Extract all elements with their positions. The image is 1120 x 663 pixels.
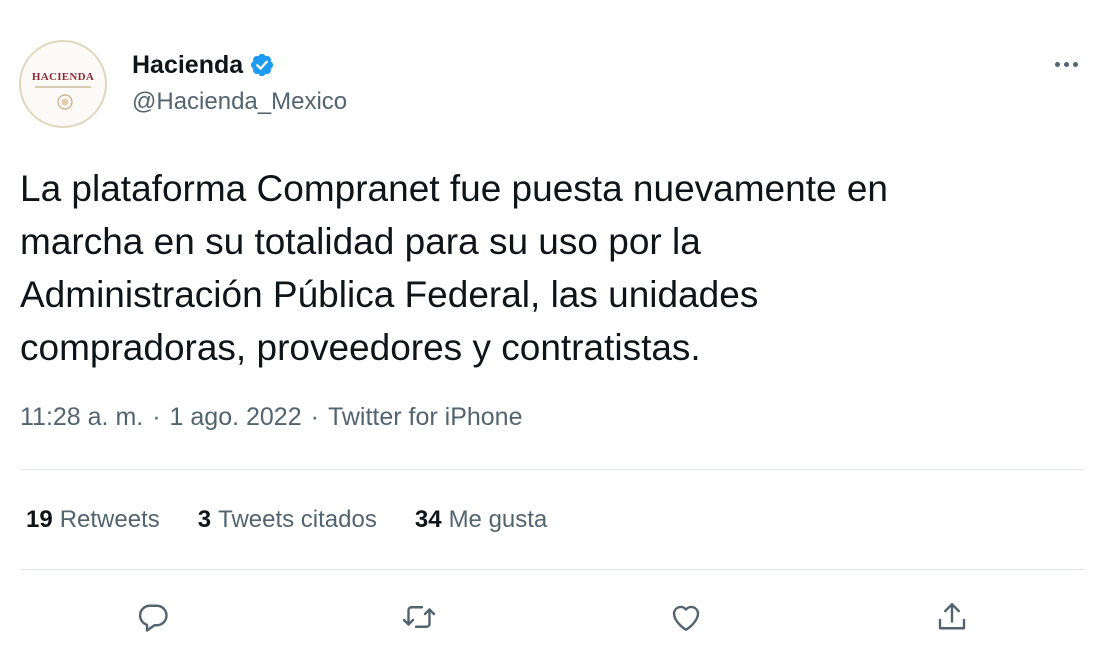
stat-count: 19	[26, 506, 53, 533]
stat-label: Retweets	[59, 506, 160, 533]
divider	[20, 569, 1085, 570]
verified-badge-icon	[251, 53, 274, 77]
divider	[20, 469, 1085, 470]
share-icon	[938, 603, 966, 630]
reply-icon	[138, 604, 168, 632]
stat-label: Tweets citados	[218, 506, 377, 533]
avatar-subline	[35, 86, 91, 88]
stat-count: 34	[414, 506, 442, 533]
account-handle[interactable]: @Hacienda_Mexico	[132, 88, 347, 116]
share-button[interactable]	[930, 595, 974, 639]
avatar-wordmark: HACIENDA	[31, 71, 95, 83]
seal-icon	[57, 94, 73, 110]
retweet-icon	[402, 606, 436, 628]
reply-button[interactable]	[131, 595, 175, 639]
tweet-time[interactable]: 11:28 a. m.	[20, 403, 143, 432]
stat-count: 3	[197, 506, 212, 533]
tweet-source[interactable]: Twitter for iPhone	[328, 403, 523, 432]
tweet-text: La plataforma Compranet fue puesta nueva…	[20, 168, 889, 368]
tweet-card: HACIENDA Hacienda @Hacienda_Mexico La pl…	[0, 0, 1120, 663]
tweet-date[interactable]: 1 ago. 2022	[170, 403, 302, 432]
stat-retweets[interactable]: 19 Retweets	[26, 506, 160, 534]
account-name-row: Hacienda	[132, 47, 275, 83]
tweet-meta: 11:28 a. m. · 1 ago. 2022 · Twitter for …	[20, 403, 522, 432]
meta-separator: ·	[310, 403, 319, 431]
stat-label: Me gusta	[448, 506, 548, 533]
display-name[interactable]: Hacienda	[132, 51, 243, 80]
stat-quote-tweets[interactable]: 3 Tweets citados	[198, 506, 377, 534]
action-bar	[0, 595, 1120, 639]
engagement-stats: 19 Retweets 3 Tweets citados 34 Me gusta	[26, 506, 585, 534]
avatar[interactable]: HACIENDA	[19, 40, 107, 128]
like-button[interactable]	[664, 595, 708, 639]
retweet-button[interactable]	[397, 595, 441, 639]
like-icon	[672, 605, 700, 631]
stat-likes[interactable]: 34 Me gusta	[415, 506, 547, 534]
more-options-icon[interactable]	[1051, 52, 1083, 76]
meta-separator: ·	[152, 403, 161, 431]
